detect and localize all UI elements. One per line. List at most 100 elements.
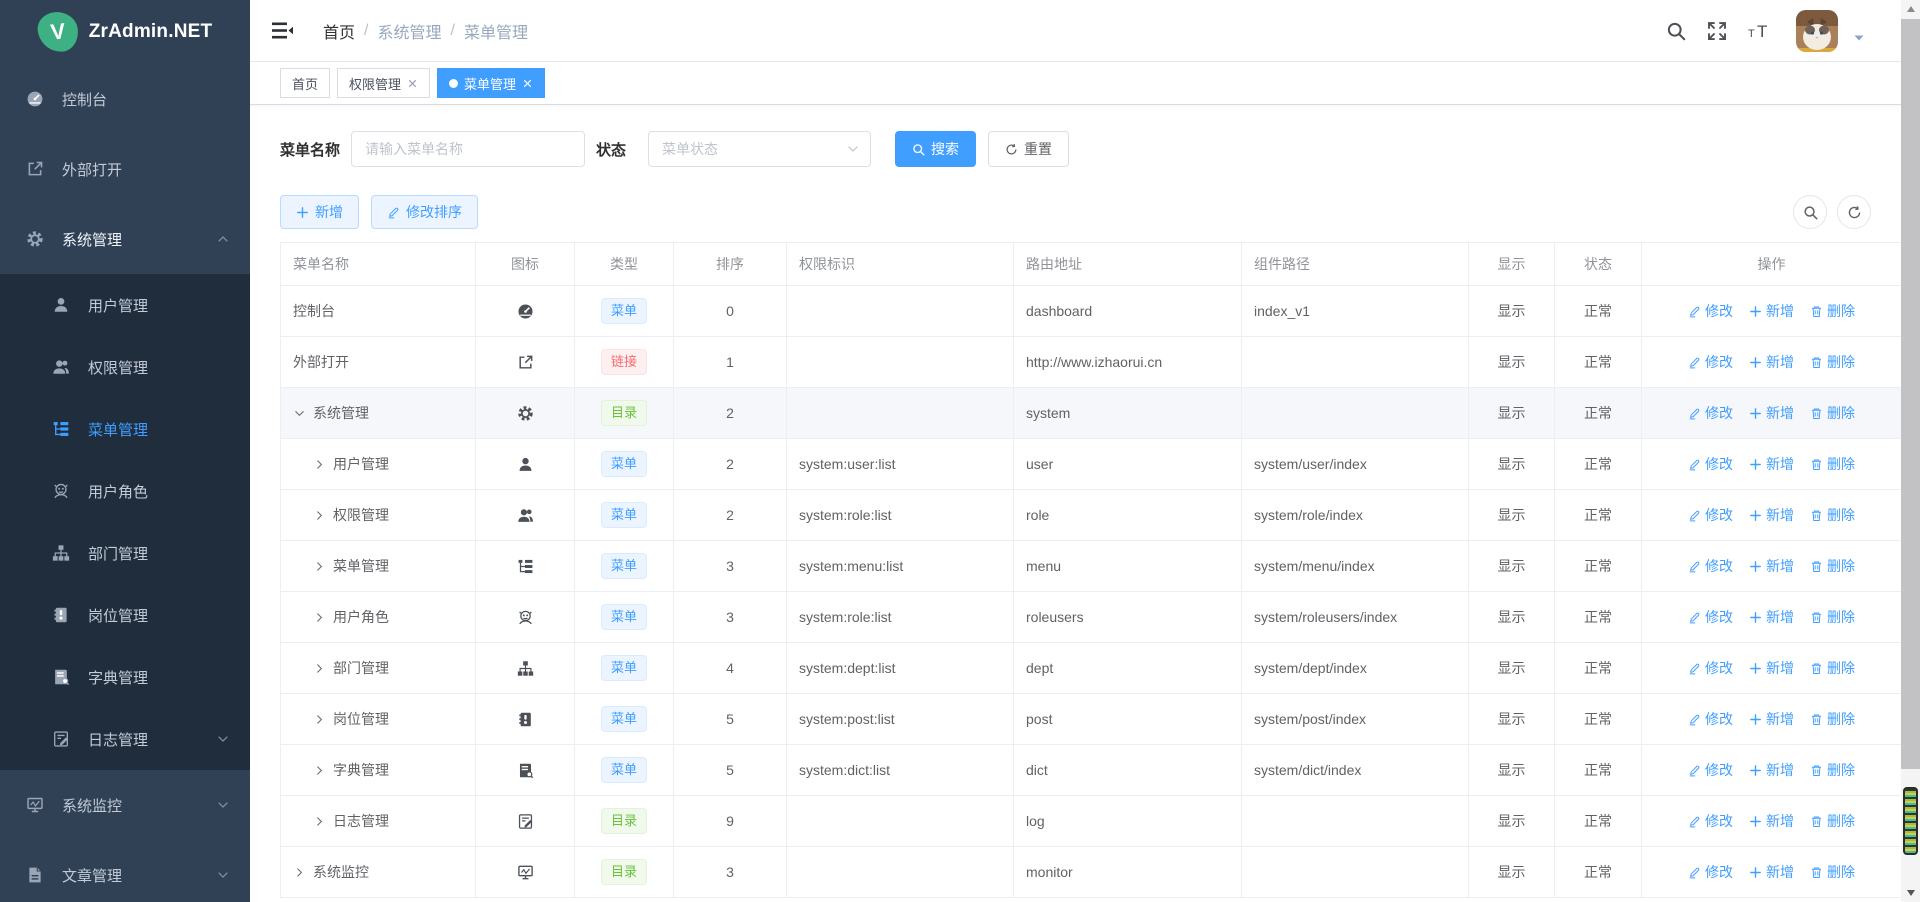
edit-link[interactable]: 修改: [1688, 556, 1733, 576]
delete-link[interactable]: 删除: [1810, 811, 1855, 831]
add-link[interactable]: 新增: [1749, 454, 1794, 474]
expand-arrow-icon[interactable]: [313, 815, 326, 828]
expand-arrow-icon[interactable]: [313, 458, 326, 471]
table-row-控制台: 控制台菜单0dashboardindex_v1显示正常修改新增删除: [281, 286, 1902, 337]
add-link[interactable]: 新增: [1749, 301, 1794, 321]
sidebar-item-权限管理[interactable]: 权限管理: [0, 336, 250, 398]
search-icon[interactable]: [1666, 21, 1686, 41]
expand-arrow-icon[interactable]: [313, 611, 326, 624]
edit-link[interactable]: 修改: [1688, 760, 1733, 780]
edit-link[interactable]: 修改: [1688, 709, 1733, 729]
tab-首页[interactable]: 首页: [280, 68, 330, 98]
sidebar-item-岗位管理[interactable]: 岗位管理: [0, 584, 250, 646]
hamburger-icon[interactable]: [272, 22, 293, 39]
delete-link[interactable]: 删除: [1810, 301, 1855, 321]
edit-link[interactable]: 修改: [1688, 607, 1733, 627]
edit-link[interactable]: 修改: [1688, 301, 1733, 321]
search-button[interactable]: 搜索: [895, 131, 976, 167]
close-icon[interactable]: [522, 78, 533, 89]
add-link[interactable]: 新增: [1749, 862, 1794, 882]
edit-link[interactable]: 修改: [1688, 811, 1733, 831]
edit-link[interactable]: 修改: [1688, 454, 1733, 474]
cell-visible: 显示: [1469, 490, 1555, 541]
modify-sort-button[interactable]: 修改排序: [371, 195, 478, 229]
font-size-icon[interactable]: TT: [1748, 22, 1775, 40]
fullscreen-icon[interactable]: [1707, 21, 1727, 41]
delete-link[interactable]: 删除: [1810, 607, 1855, 627]
delete-link[interactable]: 删除: [1810, 403, 1855, 423]
cell-type: 目录: [575, 796, 674, 847]
add-link[interactable]: 新增: [1749, 811, 1794, 831]
add-link[interactable]: 新增: [1749, 607, 1794, 627]
table-row-岗位管理: 岗位管理菜单5system:post:listpostsystem/post/i…: [281, 694, 1902, 745]
cell-visible: 显示: [1469, 592, 1555, 643]
delete-link[interactable]: 删除: [1810, 760, 1855, 780]
edit-link[interactable]: 修改: [1688, 505, 1733, 525]
delete-link[interactable]: 删除: [1810, 454, 1855, 474]
add-link[interactable]: 新增: [1749, 505, 1794, 525]
page-scrollbar[interactable]: [1901, 0, 1920, 902]
expand-arrow-icon[interactable]: [313, 764, 326, 777]
sidebar-item-菜单管理[interactable]: 菜单管理: [0, 398, 250, 460]
tab-菜单管理[interactable]: 菜单管理: [437, 68, 545, 98]
column-header-操作: 操作: [1642, 243, 1902, 286]
edit-link[interactable]: 修改: [1688, 658, 1733, 678]
sidebar-item-系统监控[interactable]: 系统监控: [0, 770, 250, 840]
cell-route: system: [1014, 388, 1242, 439]
status-select[interactable]: 菜单状态: [648, 131, 871, 167]
org-icon: [517, 660, 534, 677]
log-icon: [517, 813, 534, 830]
scrollbar-up-arrow[interactable]: [1901, 0, 1920, 18]
add-button[interactable]: 新增: [280, 195, 359, 229]
scrollbar-down-arrow[interactable]: [1901, 884, 1920, 902]
sidebar-item-控制台[interactable]: 控制台: [0, 64, 250, 134]
table-search-toggle-button[interactable]: [1793, 195, 1827, 229]
edit-link[interactable]: 修改: [1688, 403, 1733, 423]
close-icon[interactable]: [407, 78, 418, 89]
delete-link[interactable]: 删除: [1810, 556, 1855, 576]
edit-link-label: 修改: [1705, 607, 1733, 627]
expand-arrow-icon[interactable]: [313, 713, 326, 726]
expand-arrow-icon[interactable]: [313, 662, 326, 675]
delete-link[interactable]: 删除: [1810, 352, 1855, 372]
add-link[interactable]: 新增: [1749, 556, 1794, 576]
user-icon: [517, 456, 534, 473]
delete-link[interactable]: 删除: [1810, 709, 1855, 729]
expand-arrow-icon[interactable]: [293, 866, 306, 879]
add-link[interactable]: 新增: [1749, 709, 1794, 729]
add-link[interactable]: 新增: [1749, 658, 1794, 678]
add-link[interactable]: 新增: [1749, 403, 1794, 423]
edit-link[interactable]: 修改: [1688, 352, 1733, 372]
sidebar-item-字典管理[interactable]: 字典管理: [0, 646, 250, 708]
sidebar-item-日志管理[interactable]: 日志管理: [0, 708, 250, 770]
delete-link[interactable]: 删除: [1810, 658, 1855, 678]
sidebar-item-系统管理[interactable]: 系统管理: [0, 204, 250, 274]
sidebar-item-部门管理[interactable]: 部门管理: [0, 522, 250, 584]
user-avatar[interactable]: [1796, 10, 1838, 52]
cell-type: 菜单: [575, 490, 674, 541]
scrollbar-thumb[interactable]: [1901, 19, 1920, 769]
edit-link[interactable]: 修改: [1688, 862, 1733, 882]
expand-arrow-icon[interactable]: [293, 407, 306, 420]
menu-name-input[interactable]: [351, 131, 585, 167]
expand-arrow-icon[interactable]: [313, 509, 326, 522]
cell-component: system/dict/index: [1242, 745, 1469, 796]
add-link[interactable]: 新增: [1749, 760, 1794, 780]
app-logo[interactable]: V ZrAdmin.NET: [0, 0, 250, 64]
expand-arrow-icon[interactable]: [313, 560, 326, 573]
sidebar-item-用户管理[interactable]: 用户管理: [0, 274, 250, 336]
sidebar-item-用户角色[interactable]: 用户角色: [0, 460, 250, 522]
reset-button[interactable]: 重置: [988, 131, 1069, 167]
sidebar-item-文章管理[interactable]: 文章管理: [0, 840, 250, 902]
cell-component: [1242, 847, 1469, 898]
breadcrumb-item-首页[interactable]: 首页: [323, 19, 355, 43]
delete-link[interactable]: 删除: [1810, 505, 1855, 525]
delete-link[interactable]: 删除: [1810, 862, 1855, 882]
sidebar-item-外部打开[interactable]: 外部打开: [0, 134, 250, 204]
trash-icon: [1810, 356, 1823, 369]
table-refresh-button[interactable]: [1837, 195, 1871, 229]
cell-component: system/dept/index: [1242, 643, 1469, 694]
pen-icon: [1688, 764, 1701, 777]
tab-权限管理[interactable]: 权限管理: [337, 68, 430, 98]
add-link[interactable]: 新增: [1749, 352, 1794, 372]
